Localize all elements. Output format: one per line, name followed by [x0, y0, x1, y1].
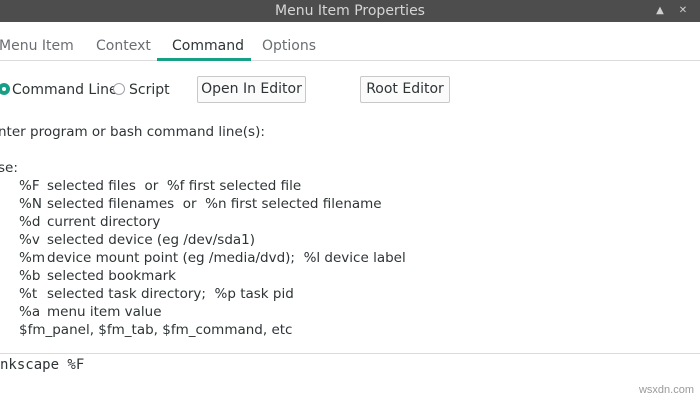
watermark: wsxdn.com	[638, 384, 694, 396]
help-line: %N selected filenames or %n first selecte…	[19, 196, 382, 212]
radio-checked-icon	[0, 83, 10, 95]
use-heading: Jse:	[0, 160, 18, 176]
help-line: %d current directory	[19, 214, 161, 230]
help-line: %v selected device (eg /dev/sda1)	[19, 232, 256, 248]
command-prompt-label: nter program or bash command line(s):	[0, 124, 265, 140]
tab-menu-item[interactable]: Menu Item	[0, 22, 74, 60]
help-line: $fm_panel, $fm_tab, $fm_command, etc	[19, 322, 293, 338]
help-line: %F selected files or %f first selected fi…	[19, 178, 302, 194]
command-input[interactable]: nkscape %F	[0, 354, 700, 376]
tab-command[interactable]: Command	[172, 22, 244, 60]
tab-context[interactable]: Context	[96, 22, 151, 60]
close-icon[interactable]: ✕	[674, 0, 692, 22]
window-title: Menu Item Properties	[275, 3, 425, 19]
tab-bar: Menu Item Context Command Options	[0, 22, 700, 61]
help-line: %a menu item value	[19, 304, 162, 320]
command-line-label: Command Line	[12, 82, 118, 98]
help-line: %b selected bookmark	[19, 268, 176, 284]
maximize-icon[interactable]: ▲	[651, 0, 669, 22]
open-in-editor-button[interactable]: Open In Editor	[197, 76, 306, 103]
tab-options[interactable]: Options	[262, 22, 316, 60]
help-line: %t selected task directory; %p task pid	[19, 286, 294, 302]
title-bar: Menu Item Properties ▲ ✕	[0, 0, 700, 22]
root-editor-button[interactable]: Root Editor	[360, 76, 450, 103]
command-line-radio[interactable]: Command Line	[0, 79, 118, 101]
help-line: %m device mount point (eg /media/dvd); %l…	[19, 250, 406, 266]
radio-unchecked-icon	[113, 83, 125, 95]
script-radio[interactable]: Script	[113, 79, 173, 101]
active-tab-indicator	[157, 58, 251, 61]
script-label: Script	[129, 82, 170, 98]
